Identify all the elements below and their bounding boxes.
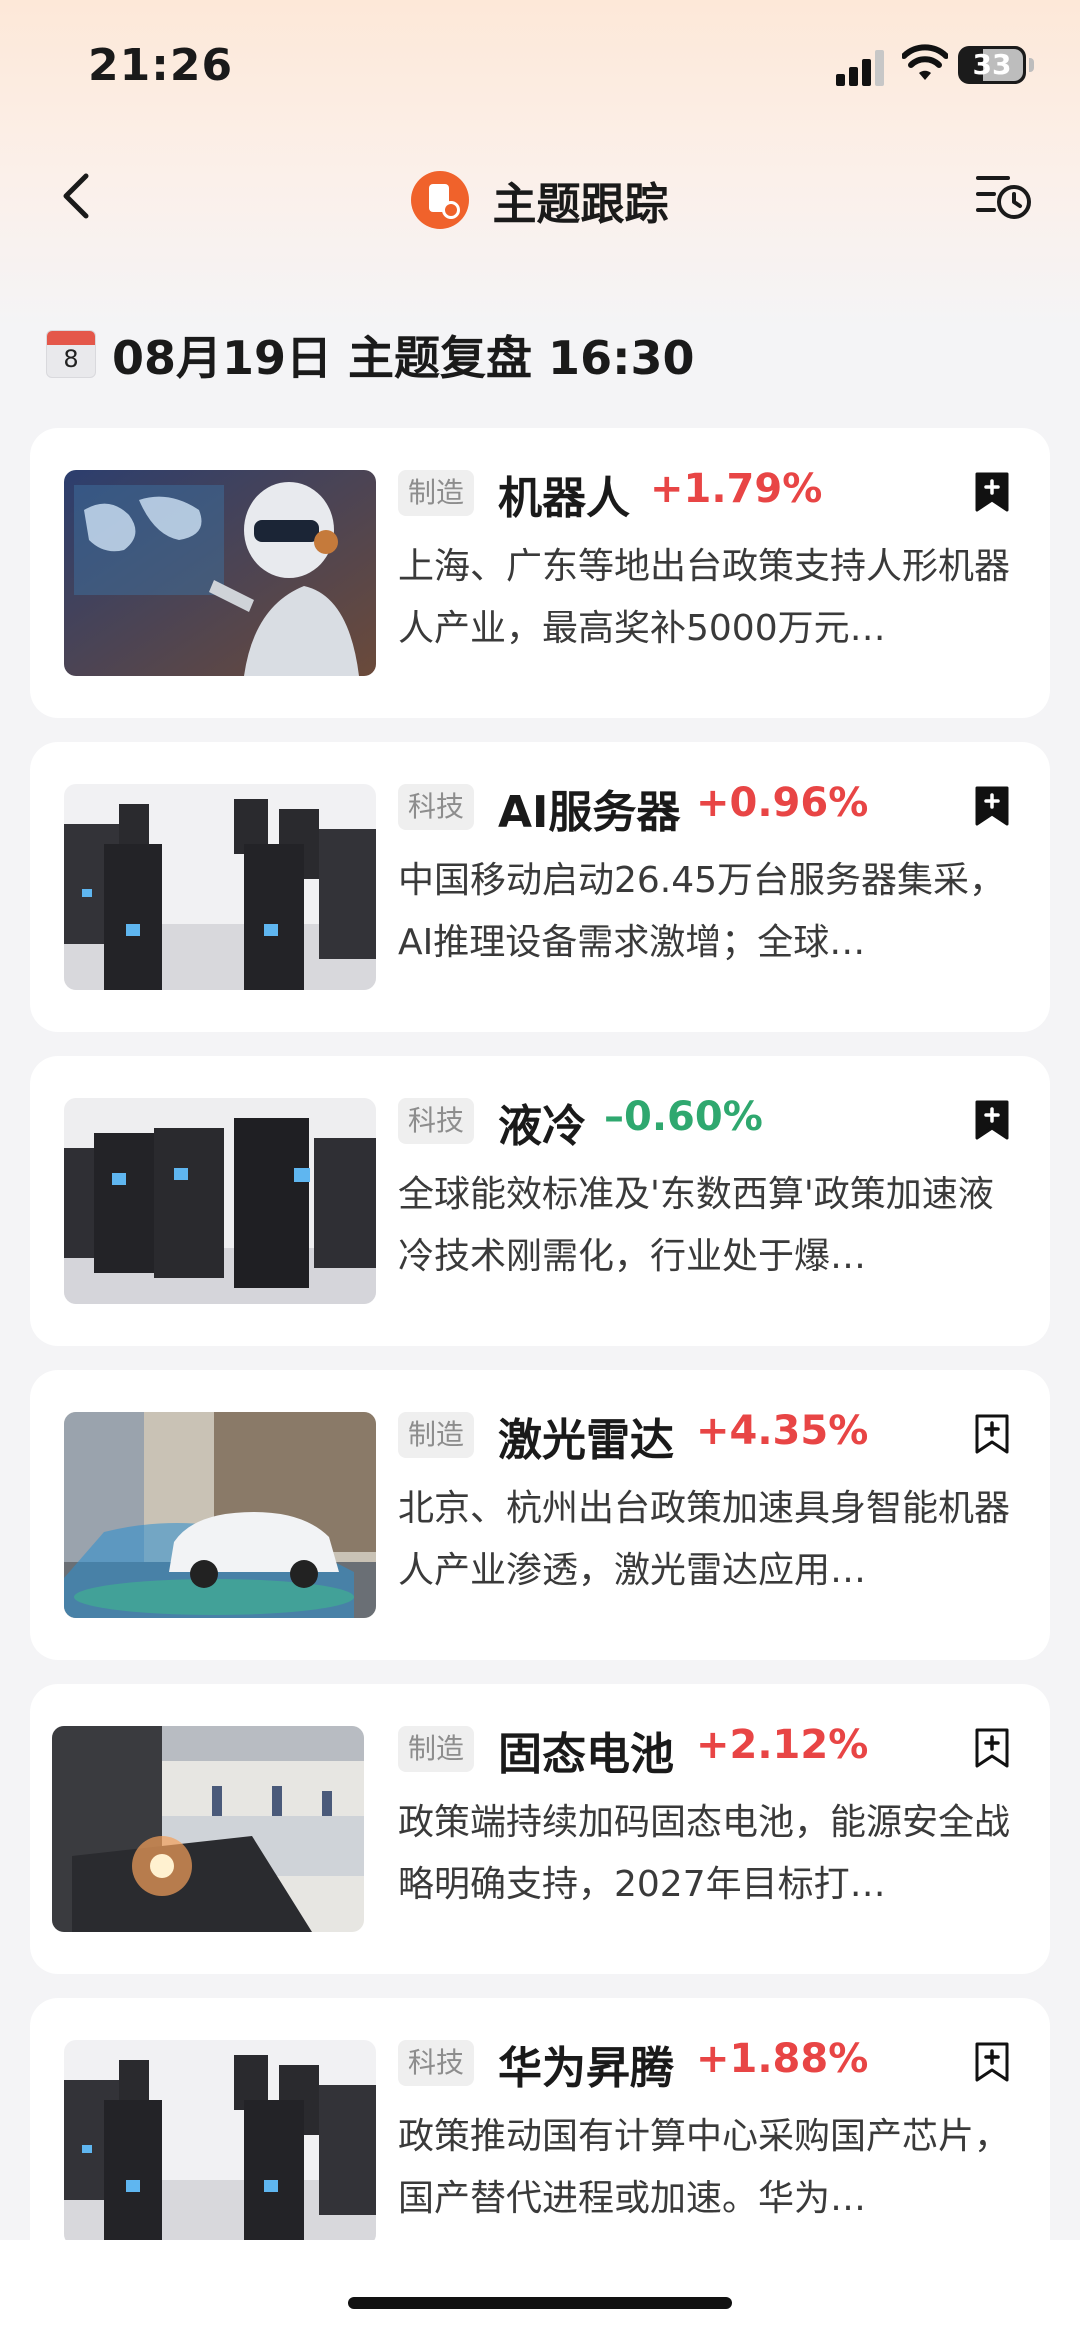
- theme-name: AI服务器: [498, 787, 681, 838]
- bottom-safe-area: [0, 2240, 1080, 2337]
- theme-description: 政策推动国有计算中心采购国产芯片，国产替代进程或加速。华为…: [398, 2116, 1011, 2219]
- theme-card[interactable]: 制造 机器人 +1.79% 上海、广东等地出台政策支持人形机器人产业，最高奖补5…: [30, 428, 1050, 718]
- history-list-icon[interactable]: [974, 168, 1034, 224]
- nav-bar: 主题跟踪: [0, 150, 1080, 242]
- category-tag: 制造: [398, 1412, 475, 1458]
- server-image: [64, 784, 376, 990]
- category-tag: 科技: [398, 2040, 475, 2086]
- calendar-day: 8: [63, 345, 79, 373]
- change-percent: +1.88%: [696, 2036, 869, 2082]
- theme-description: 中国移动启动26.45万台服务器集采，AI推理设备需求激增；全球…: [398, 860, 1006, 963]
- theme-name: 固态电池: [498, 1729, 674, 1780]
- theme-card[interactable]: 制造 激光雷达 +4.35% 北京、杭州出台政策加速具身智能机器人产业渗透，激光…: [30, 1370, 1050, 1660]
- bookmark-outline-icon[interactable]: [975, 1414, 1009, 1454]
- review-date-title: 08月19日 主题复盘 16:30: [112, 331, 695, 385]
- change-percent: +2.12%: [696, 1722, 869, 1768]
- change-percent: +1.79%: [650, 466, 823, 512]
- bookmark-filled-icon[interactable]: [975, 472, 1009, 512]
- change-percent: +0.96%: [696, 780, 869, 826]
- theme-description: 全球能效标准及'东数西算'政策加速液冷技术刚需化，行业处于爆…: [398, 1174, 994, 1277]
- bookmark-outline-icon[interactable]: [975, 2042, 1009, 2082]
- wifi-icon: [902, 44, 948, 80]
- change-percent: +4.35%: [696, 1408, 869, 1454]
- theme-name: 机器人: [498, 473, 630, 524]
- page-title: 主题跟踪: [492, 179, 669, 230]
- theme-logo-icon: [411, 171, 470, 229]
- theme-card[interactable]: 科技 AI服务器 +0.96% 中国移动启动26.45万台服务器集采，AI推理设…: [30, 742, 1050, 1032]
- category-tag: 科技: [398, 1098, 475, 1144]
- bookmark-filled-icon[interactable]: [975, 786, 1009, 826]
- battery-icon: 33: [958, 46, 1034, 84]
- status-time: 21:26: [88, 40, 234, 91]
- car-image: [64, 1412, 376, 1618]
- theme-description: 政策端持续加码固态电池，能源安全战略明确支持，2027年目标打…: [398, 1802, 1011, 1905]
- calendar-icon: 8: [46, 330, 96, 378]
- category-tag: 制造: [398, 1726, 475, 1772]
- theme-description: 上海、广东等地出台政策支持人形机器人产业，最高奖补5000万元…: [398, 546, 1011, 649]
- theme-card[interactable]: 制造 固态电池 +2.12% 政策端持续加码固态电池，能源安全战略明确支持，20…: [30, 1684, 1050, 1974]
- server-image: [64, 1098, 376, 1304]
- cellular-signal-icon: [836, 48, 886, 86]
- title-group: 主题跟踪: [0, 168, 1080, 232]
- status-bar: 21:26 33: [0, 0, 1080, 130]
- home-indicator[interactable]: [348, 2297, 732, 2309]
- bookmark-outline-icon[interactable]: [975, 1728, 1009, 1768]
- theme-description: 北京、杭州出台政策加速具身智能机器人产业渗透，激光雷达应用…: [398, 1488, 1011, 1591]
- change-percent: –0.60%: [604, 1094, 763, 1140]
- category-tag: 科技: [398, 784, 475, 830]
- battery-level: 33: [972, 48, 1012, 81]
- theme-name: 华为昇腾: [498, 2043, 674, 2094]
- category-tag: 制造: [398, 470, 475, 516]
- theme-name: 激光雷达: [498, 1415, 674, 1466]
- robot-image: [64, 470, 376, 676]
- theme-name: 液冷: [498, 1101, 586, 1152]
- factory-image: [52, 1726, 364, 1932]
- server-image: [64, 2040, 376, 2246]
- theme-card[interactable]: 科技 液冷 –0.60% 全球能效标准及'东数西算'政策加速液冷技术刚需化，行业…: [30, 1056, 1050, 1346]
- bookmark-filled-icon[interactable]: [975, 1100, 1009, 1140]
